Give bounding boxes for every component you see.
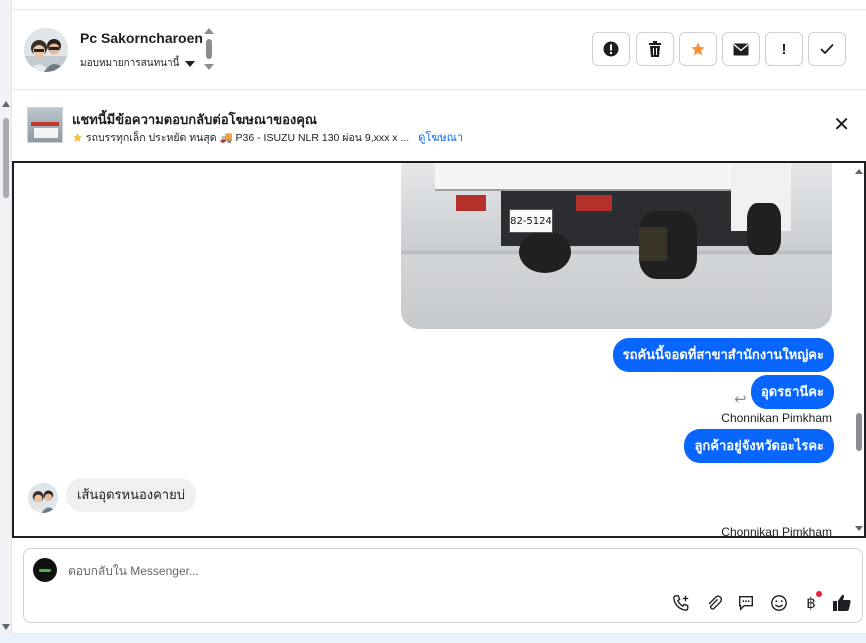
attachment-icon[interactable] — [702, 591, 726, 615]
mark-unread-button[interactable] — [722, 32, 760, 66]
outgoing-message[interactable]: รถคันนี้จอดที่สาขาสำนักงานใหญ่คะ — [612, 338, 834, 372]
scroll-up-arrow[interactable] — [2, 101, 10, 107]
emoji-icon[interactable] — [767, 591, 791, 615]
scroll-down-arrow[interactable] — [2, 624, 10, 630]
trash-icon — [649, 41, 661, 57]
like-icon[interactable] — [830, 591, 854, 615]
assign-conversation-dropdown[interactable]: มอบหมายการสนทนานี้ — [80, 56, 196, 71]
incoming-message[interactable]: เส้นอุดรหนองคายบ่ — [66, 478, 196, 512]
star-icon — [691, 42, 705, 56]
page-scrollbar[interactable] — [0, 0, 12, 643]
exclamation-icon: ! — [781, 40, 787, 58]
contact-avatar[interactable] — [24, 28, 68, 72]
thread-scrollbar[interactable] — [854, 163, 864, 536]
close-icon[interactable]: ✕ — [833, 115, 850, 135]
ad-thumbnail[interactable] — [27, 107, 63, 143]
star-button[interactable] — [679, 32, 717, 66]
ad-reply-banner: แชทนี้มีข้อความตอบกลับต่อโฆษณาของคุณ รถบ… — [12, 90, 866, 162]
view-ad-link[interactable]: ดูโฆษณา — [418, 128, 463, 146]
reply-icon[interactable]: ↩ — [734, 390, 747, 408]
contact-avatar-small[interactable] — [28, 483, 58, 513]
message-thread[interactable]: 82-5124 รถคันนี้จอดที่สาขาสำนักงานใหญ่คะ… — [12, 161, 866, 538]
mark-done-button[interactable] — [808, 32, 846, 66]
contact-name[interactable]: Pc Sakorncharoen — [80, 30, 203, 46]
page-avatar — [33, 558, 57, 582]
payment-icon[interactable]: ฿ — [799, 591, 823, 615]
scroll-down-arrow[interactable] — [855, 526, 863, 531]
outgoing-message[interactable]: อุดรธานีคะ — [750, 375, 834, 409]
delete-button[interactable] — [636, 32, 674, 66]
spam-button[interactable] — [592, 32, 630, 66]
next-conversation-icon[interactable] — [204, 64, 214, 70]
ad-subtitle-text: รถบรรทุกเล็ก ประหยัด ทนสุด 🚚 P36 - ISUZU… — [86, 131, 410, 144]
check-icon — [820, 43, 834, 55]
call-add-icon[interactable] — [669, 591, 693, 615]
follow-up-button[interactable]: ! — [765, 32, 803, 66]
star-icon — [72, 132, 83, 142]
ad-banner-subtitle: รถบรรทุกเล็ก ประหยัด ทนสุด 🚚 P36 - ISUZU… — [72, 128, 463, 146]
scroll-thumb[interactable] — [856, 413, 862, 451]
outgoing-message[interactable]: ลูกค้าอยู่จังหวัดอะไรคะ — [684, 429, 834, 463]
envelope-icon — [733, 43, 749, 55]
exclamation-circle-icon — [603, 41, 619, 57]
truck-photo-attachment[interactable]: 82-5124 — [401, 163, 832, 329]
saved-reply-icon[interactable] — [734, 591, 758, 615]
scroll-thumb[interactable] — [3, 118, 9, 198]
sender-name: Chonnikan Pimkham — [721, 411, 832, 425]
notification-dot — [816, 591, 822, 597]
message-composer: ฿ — [23, 548, 863, 623]
license-plate: 82-5124 — [509, 209, 553, 233]
stepper-bar — [206, 39, 212, 59]
caret-down-icon — [185, 60, 196, 67]
assign-label: มอบหมายการสนทนานี้ — [80, 58, 180, 69]
ad-banner-title: แชทนี้มีข้อความตอบกลับต่อโฆษณาของคุณ — [72, 112, 317, 127]
conversation-header: Pc Sakorncharoen มอบหมายการสนทนานี้ ! — [12, 10, 866, 90]
reply-input[interactable] — [68, 561, 768, 581]
conversation-nav-stepper[interactable] — [204, 28, 214, 72]
sender-name: Chonnikan Pimkham — [721, 525, 832, 538]
previous-conversation-icon[interactable] — [204, 28, 214, 34]
scroll-up-arrow[interactable] — [855, 169, 863, 174]
bottom-strip — [0, 633, 866, 643]
